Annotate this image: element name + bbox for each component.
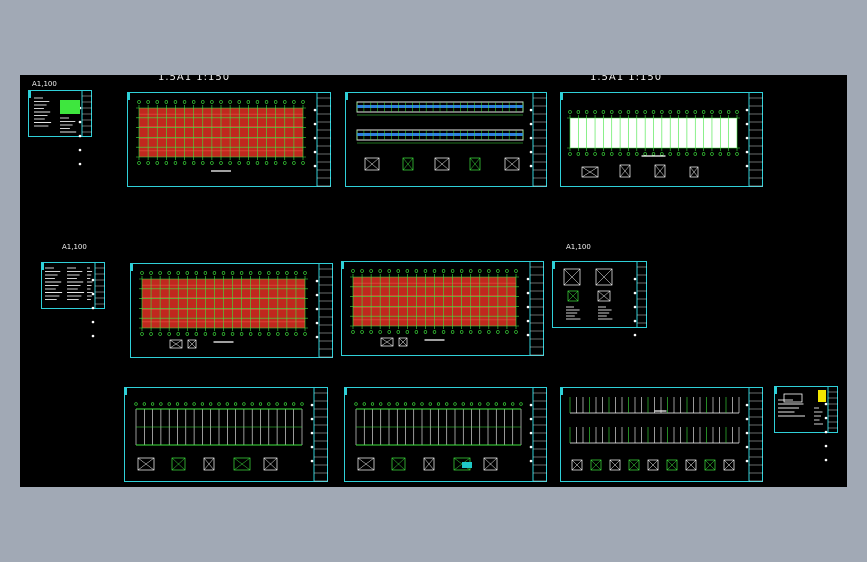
sheet-cover [28, 90, 92, 166]
scale-label-left: 1.5A1 1:150 [158, 75, 231, 83]
sheet-notes [41, 262, 105, 338]
sheet-frame-1 [124, 387, 328, 482]
sheet-plan-1 [127, 92, 331, 187]
sheet-plan-3 [341, 261, 544, 356]
sheet-group-label-a: A1,100 [32, 80, 57, 88]
drawing-canvas [28, 90, 838, 482]
stamp-yellow-block [818, 390, 826, 402]
sheet-sections [560, 387, 763, 482]
sheet-group-label-b: A1,100 [62, 243, 87, 251]
sheet-group-label-c: A1,100 [566, 243, 591, 251]
sheet-plan-white [560, 92, 763, 187]
sheet-plan-2 [130, 263, 333, 358]
cover-green-block [60, 100, 80, 114]
sheet-stamp [774, 386, 838, 462]
sheet-frame-2 [344, 387, 547, 482]
scale-label-right: 1.5A1 1:150 [590, 75, 663, 83]
sheet-elevations [345, 92, 547, 187]
cad-model-space[interactable]: 1.5A1 1:150 1.5A1 1:150 A1,100 A1,100 A1… [20, 75, 847, 487]
sheet-details [552, 261, 647, 337]
